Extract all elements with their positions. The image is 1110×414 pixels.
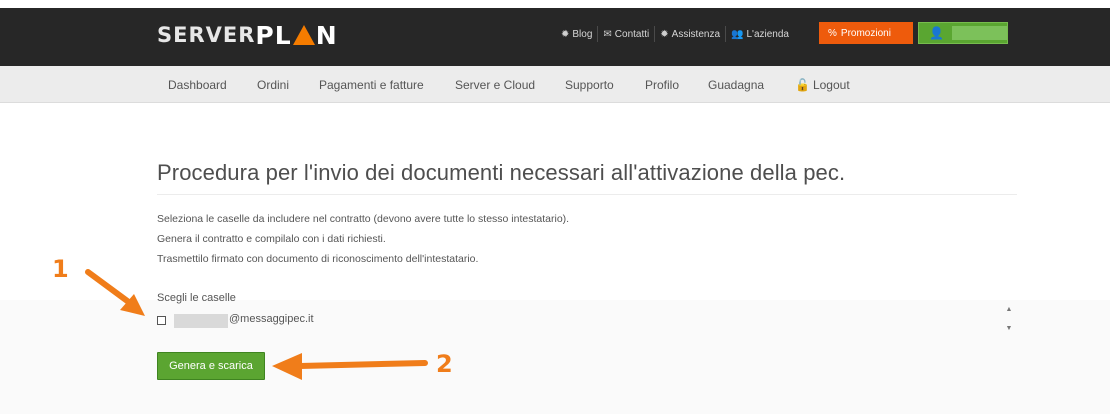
percent-icon: % — [828, 27, 837, 39]
mailbox-name-redacted — [174, 314, 228, 328]
nav-item-guadagna[interactable]: Guadagna — [708, 66, 764, 103]
user-name-redacted — [951, 26, 1007, 40]
logo-triangle-icon — [292, 25, 315, 45]
nav-item-pagamenti[interactable]: Pagamenti e fatture — [319, 66, 424, 103]
nav-item-supporto[interactable]: Supporto — [565, 66, 614, 103]
top-link-contatti[interactable]: ✉ Contatti — [598, 25, 654, 43]
gear-icon: ✹ — [561, 28, 570, 40]
top-link-azienda-label: L'azienda — [746, 28, 789, 40]
top-link-contatti-label: Contatti — [614, 28, 650, 40]
page-title: Procedura per l'invio dei documenti nece… — [157, 160, 846, 185]
promozioni-label: Promozioni — [840, 27, 891, 39]
logo-text-server: SERVER — [157, 23, 256, 47]
nav-item-ordini[interactable]: Ordini — [257, 66, 289, 103]
top-link-azienda[interactable]: 👥 L'azienda — [726, 25, 794, 43]
scroll-up-icon[interactable]: ▲ — [1006, 306, 1013, 313]
nav-item-profilo[interactable]: Profilo — [645, 66, 679, 103]
user-account-button[interactable]: 👤 — [918, 22, 1008, 44]
logo-text-n: N — [315, 20, 338, 50]
top-links: ✹ Blog ✉ Contatti ✹ Assistenza 👥 L'azien… — [556, 22, 794, 46]
title-divider — [157, 194, 1017, 195]
logo-text-pl: PL — [255, 20, 292, 50]
mailbox-checkbox[interactable] — [157, 316, 166, 325]
instruction-line-1: Seleziona le caselle da includere nel co… — [157, 213, 570, 225]
top-link-blog-label: Blog — [572, 28, 593, 40]
logo-text-plan: PL N — [255, 21, 337, 50]
step-2-label: 2 — [436, 350, 453, 378]
nav-item-server-cloud[interactable]: Server e Cloud — [455, 66, 535, 103]
list-scroll-control[interactable]: ▲ ▼ — [1003, 306, 1015, 332]
main-nav-bar — [0, 66, 1110, 103]
top-link-blog[interactable]: ✹ Blog — [556, 25, 597, 43]
mailbox-email: @messaggipec.it — [229, 313, 314, 325]
serverplan-logo[interactable]: SERVER PL N — [157, 19, 338, 51]
top-link-assistenza-label: Assistenza — [671, 28, 721, 40]
envelope-icon: ✉ — [603, 28, 612, 40]
user-icon: 👤 — [929, 26, 944, 40]
top-link-assistenza[interactable]: ✹ Assistenza — [655, 25, 725, 43]
nav-item-logout[interactable]: 🔓 Logout — [795, 66, 850, 103]
instruction-line-2: Genera il contratto e compilalo con i da… — [157, 233, 386, 245]
gear-icon: ✹ — [660, 28, 669, 40]
nav-item-dashboard[interactable]: Dashboard — [168, 66, 227, 103]
scroll-down-icon[interactable]: ▼ — [1006, 325, 1013, 332]
promozioni-button[interactable]: % Promozioni — [819, 22, 913, 44]
genera-scarica-button[interactable]: Genera e scarica — [157, 352, 265, 380]
choose-mailboxes-label: Scegli le caselle — [157, 292, 236, 304]
logout-label: Logout — [812, 77, 850, 92]
step-1-label: 1 — [52, 255, 69, 283]
lock-icon: 🔓 — [795, 77, 810, 92]
instruction-line-3: Trasmettilo firmato con documento di ric… — [157, 253, 479, 265]
people-icon: 👥 — [731, 28, 744, 40]
